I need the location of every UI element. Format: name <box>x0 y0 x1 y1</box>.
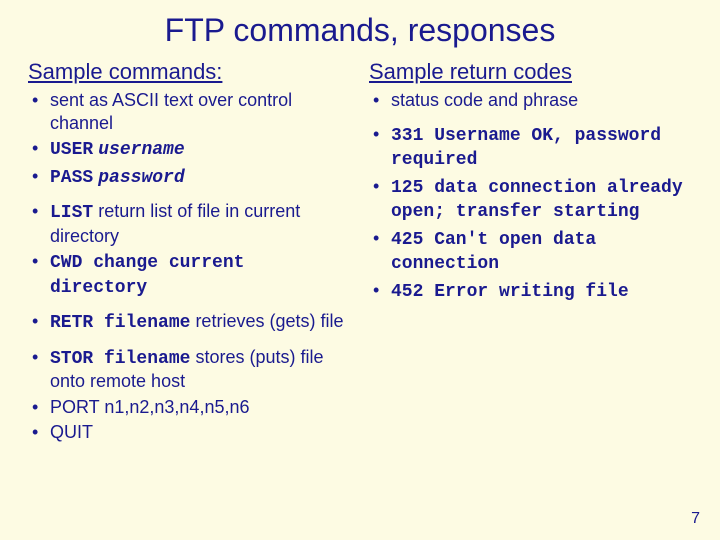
cmd-user: USER <box>50 140 93 160</box>
page-number: 7 <box>691 510 700 528</box>
content-columns: Sample commands: sent as ASCII text over… <box>28 59 692 447</box>
right-column: Sample return codes status code and phra… <box>369 59 692 447</box>
left-bullet-1: USER username <box>28 137 351 162</box>
left-bullet-8: QUIT <box>28 421 351 444</box>
text-retr-rest: retrieves (gets) file <box>190 311 343 331</box>
cmd-pass: PASS <box>50 168 93 188</box>
left-bullet-5: RETR filename retrieves (gets) file <box>28 310 351 335</box>
left-column: Sample commands: sent as ASCII text over… <box>28 59 351 447</box>
right-bullet-4: 452 Error writing file <box>369 279 692 304</box>
left-bullet-6: STOR filename stores (puts) file onto re… <box>28 346 351 393</box>
arg-username: username <box>98 140 184 160</box>
right-bullets-2: 331 Username OK, password required 125 d… <box>369 123 692 304</box>
code-125: 125 data connection already open; transf… <box>391 178 683 223</box>
code-331: 331 Username OK, password required <box>391 126 661 171</box>
cmd-cwd: CWD <box>50 253 82 273</box>
left-bullets: sent as ASCII text over control channel … <box>28 89 351 189</box>
left-bullet-7: PORT n1,n2,n3,n4,n5,n6 <box>28 396 351 419</box>
arg-password: password <box>98 168 184 188</box>
left-bullets-3: RETR filename retrieves (gets) file <box>28 310 351 335</box>
left-heading: Sample commands: <box>28 59 351 85</box>
cmd-stor: STOR filename <box>50 349 190 369</box>
right-bullet-2: 125 data connection already open; transf… <box>369 175 692 224</box>
right-bullets: status code and phrase <box>369 89 692 112</box>
left-bullet-0: sent as ASCII text over control channel <box>28 89 351 134</box>
left-bullet-3: LIST return list of file in current dire… <box>28 200 351 247</box>
right-heading: Sample return codes <box>369 59 692 85</box>
cmd-retr: RETR filename <box>50 313 190 333</box>
left-bullet-4: CWD change current directory <box>28 250 351 299</box>
left-bullet-2: PASS password <box>28 165 351 190</box>
left-bullets-4: STOR filename stores (puts) file onto re… <box>28 346 351 444</box>
right-bullet-3: 425 Can't open data connection <box>369 227 692 276</box>
cmd-list: LIST <box>50 203 93 223</box>
right-bullet-0: status code and phrase <box>369 89 692 112</box>
left-bullets-2: LIST return list of file in current dire… <box>28 200 351 299</box>
right-bullet-1: 331 Username OK, password required <box>369 123 692 172</box>
slide-title: FTP commands, responses <box>28 12 692 49</box>
code-425: 425 Can't open data connection <box>391 230 596 275</box>
code-452: 452 Error writing file <box>391 282 629 302</box>
